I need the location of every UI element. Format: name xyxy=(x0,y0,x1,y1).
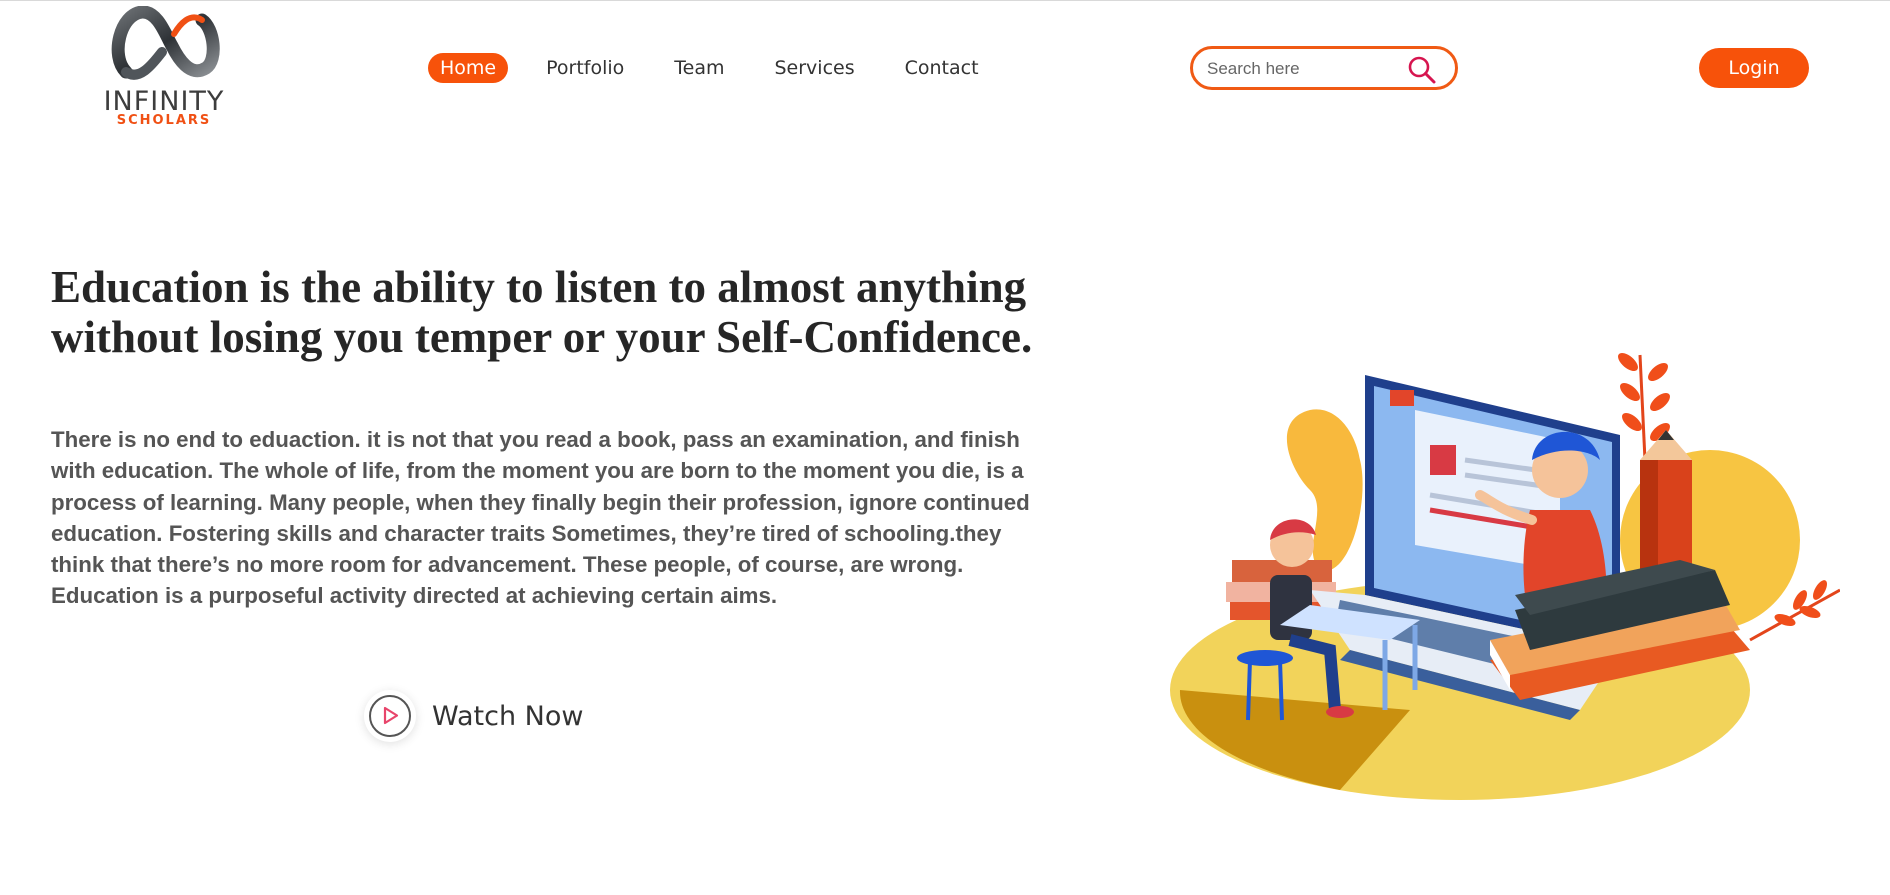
paragraph-line: process of learning. Many people, when t… xyxy=(51,489,1030,515)
hero-headline: Education is the ability to listen to al… xyxy=(51,262,1051,362)
nav-team[interactable]: Team xyxy=(662,53,736,83)
paragraph-line: with education. The whole of life, from … xyxy=(51,458,1024,484)
brand-logo[interactable]: INFINITY SCHOLARS xyxy=(86,6,242,128)
top-divider xyxy=(0,0,1890,1)
infinity-logo-icon xyxy=(111,6,220,80)
play-icon-ring xyxy=(369,695,411,737)
hero-headline-line-1: Education is the ability to listen to al… xyxy=(51,262,1027,312)
nav-portfolio[interactable]: Portfolio xyxy=(534,53,636,83)
watch-now-button[interactable]: Watch Now xyxy=(364,688,583,744)
play-button[interactable] xyxy=(364,690,416,742)
hero-paragraph: There is no end to eduaction. it is not … xyxy=(51,424,1051,612)
watch-now-label: Watch Now xyxy=(432,700,584,732)
brand-subtitle: SCHOLARS xyxy=(116,113,212,128)
paragraph-line: education. Fostering skills and characte… xyxy=(51,520,1002,546)
nav-home[interactable]: Home xyxy=(428,53,509,83)
login-button[interactable]: Login xyxy=(1699,48,1809,88)
paragraph-line: There is no end to eduaction. it is not … xyxy=(51,427,1020,452)
search-input[interactable] xyxy=(1207,58,1407,80)
nav-contact[interactable]: Contact xyxy=(893,53,991,83)
hero-headline-line-2: without losing you temper or your Self-C… xyxy=(51,312,1033,362)
paragraph-line: think that there’s no more room for adva… xyxy=(51,552,964,578)
education-illustration xyxy=(1170,353,1840,800)
nav-services[interactable]: Services xyxy=(763,53,867,83)
search-box xyxy=(1190,46,1458,90)
main-nav: Home Portfolio Team Services Contact xyxy=(428,52,1017,84)
play-icon xyxy=(383,706,399,725)
search-icon[interactable] xyxy=(1407,55,1437,85)
paragraph-line: Education is a purposeful activity direc… xyxy=(51,583,778,609)
